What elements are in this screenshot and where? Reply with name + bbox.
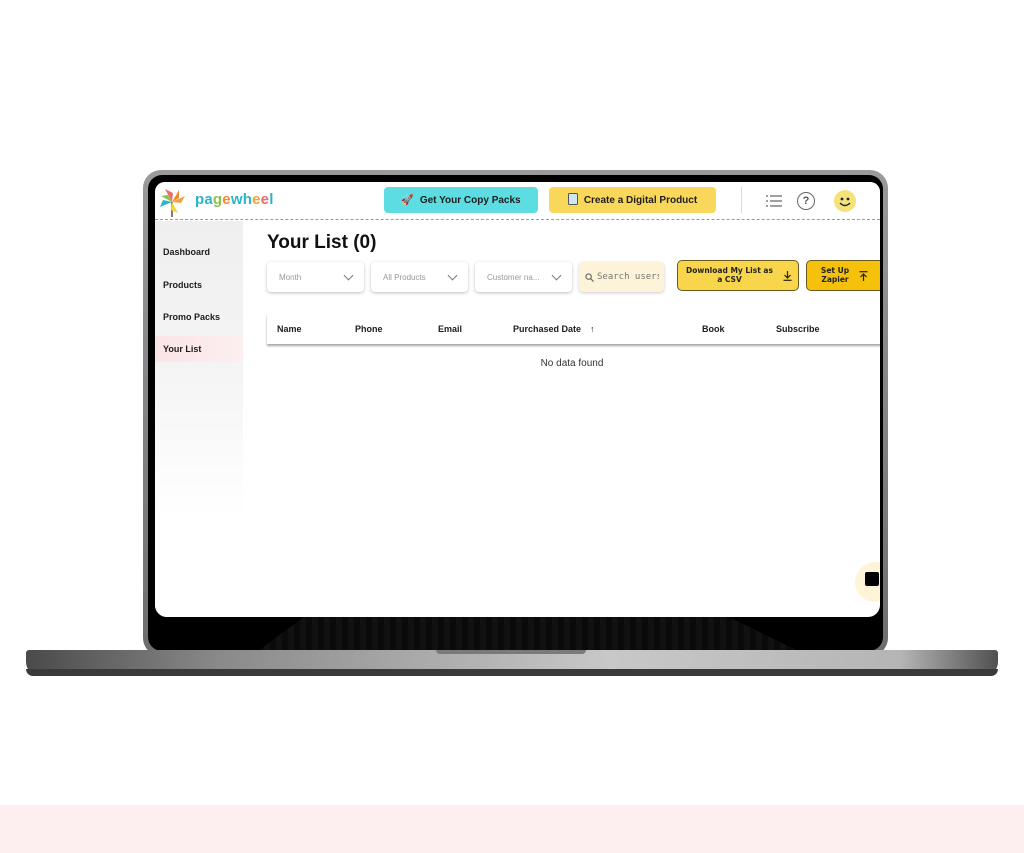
sidebar-item-your-list[interactable]: Your List: [155, 336, 243, 362]
sidebar: Dashboard Products Promo Packs Your List: [155, 221, 243, 617]
customer-filter-dropdown[interactable]: Customer na...: [475, 262, 572, 292]
document-icon: [567, 192, 578, 208]
column-header-purchased-date[interactable]: Purchased Date ↑: [513, 314, 595, 344]
app-screen: pagewheel 🚀 Get Your Copy Packs Create a…: [155, 182, 880, 617]
column-header-name[interactable]: Name: [277, 314, 302, 344]
sidebar-item-label: Dashboard: [163, 247, 211, 257]
empty-state-message: No data found: [540, 358, 604, 369]
sidebar-item-products[interactable]: Products: [155, 272, 243, 298]
column-label: Subscribe: [776, 324, 820, 334]
search-input[interactable]: [597, 272, 659, 282]
sort-ascending-icon[interactable]: ↑: [590, 324, 595, 334]
get-copy-packs-button[interactable]: 🚀 Get Your Copy Packs: [384, 187, 538, 213]
column-header-phone[interactable]: Phone: [355, 314, 383, 344]
sidebar-item-dashboard[interactable]: Dashboard: [155, 239, 243, 265]
laptop-bezel: pagewheel 🚀 Get Your Copy Packs Create a…: [148, 175, 883, 651]
month-filter-dropdown[interactable]: Month: [267, 262, 364, 292]
create-digital-product-label: Create a Digital Product: [583, 194, 698, 206]
products-filter-value: All Products: [383, 272, 426, 282]
laptop-notch: [436, 650, 586, 654]
products-filter-dropdown[interactable]: All Products: [371, 262, 468, 292]
download-csv-label: Download My List as a CSV: [686, 265, 773, 284]
column-header-subscribe[interactable]: Subscribe: [776, 314, 820, 344]
brand-letter: g: [212, 191, 223, 208]
column-label: Name: [277, 324, 302, 334]
list-icon[interactable]: [764, 191, 784, 211]
brand-letter: a: [204, 191, 213, 208]
brand-letter: w: [230, 191, 243, 208]
smiley-icon[interactable]: [834, 190, 856, 212]
column-label: Purchased Date: [513, 324, 582, 334]
brand-letter: h: [242, 191, 253, 208]
month-filter-value: Month: [279, 272, 302, 282]
brand-letter: p: [195, 191, 205, 208]
pinwheel-logo-icon[interactable]: [157, 186, 189, 218]
customer-filter-value: Customer na...: [487, 272, 540, 282]
top-nav: pagewheel 🚀 Get Your Copy Packs Create a…: [155, 182, 880, 220]
sidebar-item-promo-packs[interactable]: Promo Packs: [155, 304, 243, 330]
chevron-down-icon: [447, 270, 458, 280]
chat-widget-button[interactable]: [855, 562, 880, 602]
column-header-email[interactable]: Email: [438, 314, 462, 344]
get-copy-packs-label: Get Your Copy Packs: [419, 194, 521, 206]
page-title: Your List (0): [267, 232, 377, 253]
table-header: Name Phone Email Purchased Date ↑ Book S…: [267, 314, 880, 344]
search-icon: [585, 272, 594, 282]
rocket-icon: 🚀: [401, 194, 414, 206]
sidebar-item-label: Products: [163, 280, 203, 290]
column-label: Email: [438, 324, 463, 334]
brand-name[interactable]: pagewheel: [195, 191, 274, 208]
brand-letter: e: [222, 191, 231, 208]
brand-letter: l: [269, 191, 274, 208]
nav-divider: [741, 187, 742, 213]
help-icon[interactable]: ?: [797, 192, 815, 210]
download-icon: [783, 270, 791, 281]
chevron-down-icon: [551, 270, 562, 280]
column-label: Book: [702, 324, 725, 334]
setup-zapier-label: Set Up Zapier: [820, 265, 850, 284]
download-csv-button[interactable]: Download My List as a CSV: [677, 260, 799, 291]
column-label: Phone: [355, 324, 383, 334]
column-header-book[interactable]: Book: [702, 314, 725, 344]
chevron-down-icon: [343, 270, 354, 280]
keyboard-reflection: [258, 611, 798, 651]
create-digital-product-button[interactable]: Create a Digital Product: [549, 187, 716, 213]
search-box[interactable]: [579, 262, 664, 292]
background-band: [0, 805, 1024, 853]
setup-zapier-button[interactable]: Set Up Zapier: [806, 260, 880, 291]
sidebar-item-label: Your List: [163, 344, 202, 354]
laptop-lid: pagewheel 🚀 Get Your Copy Packs Create a…: [143, 170, 888, 656]
sidebar-item-label: Promo Packs: [163, 312, 221, 322]
stage: pagewheel 🚀 Get Your Copy Packs Create a…: [0, 0, 1024, 853]
brand-letter: e: [260, 191, 270, 208]
brand-letter: e: [252, 191, 261, 208]
upload-icon: [859, 270, 868, 281]
